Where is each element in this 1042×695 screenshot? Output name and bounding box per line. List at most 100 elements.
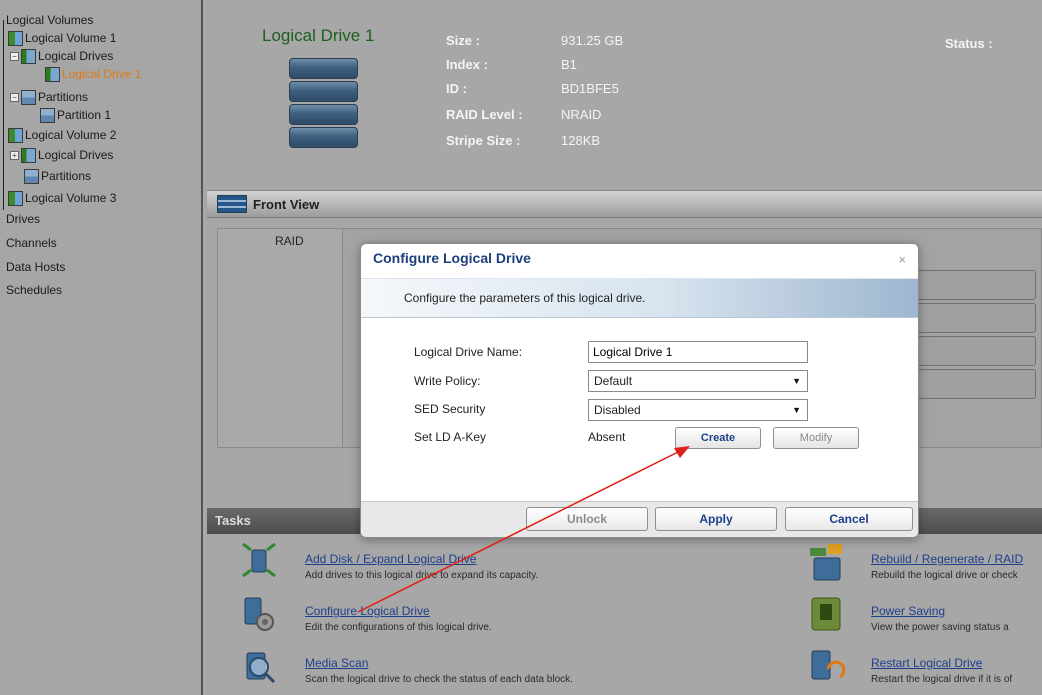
power-saving-icon — [811, 597, 841, 631]
tree-item-logical-volume-3[interactable]: Logical Volume 3 — [8, 189, 116, 207]
tree-item-label: Schedules — [6, 283, 63, 297]
logical-drive-title: Logical Drive 1 — [262, 26, 375, 45]
configure-description: Edit the configurations of this logical … — [305, 622, 492, 633]
raid-level-label: RAID Level : — [446, 107, 523, 122]
enclosure-icon — [217, 195, 247, 213]
raid-link[interactable]: RAID — [994, 552, 1023, 566]
configure-logical-drive-link[interactable]: Configure Logical Drive — [305, 604, 430, 618]
logical-drive-name-input[interactable] — [588, 341, 808, 363]
tree-item-schedules[interactable]: Schedules — [6, 281, 62, 299]
expand-drive-icon — [242, 542, 276, 578]
index-value: B1 — [561, 57, 577, 72]
add-disk-link[interactable]: Add Disk — [305, 552, 353, 566]
tree-item-label: Data Hosts — [6, 260, 66, 274]
drive-slot[interactable] — [916, 270, 1036, 300]
restart-logical-drive-link[interactable]: Restart Logical Drive — [871, 656, 982, 670]
tree-item-data-hosts[interactable]: Data Hosts — [6, 258, 65, 276]
tree-item-partitions-2[interactable]: Partitions — [24, 167, 91, 185]
disk-layer — [289, 81, 358, 102]
dialog-title: Configure Logical Drive — [373, 250, 531, 266]
sed-security-value: Disabled — [594, 403, 641, 417]
media-scan-icon — [246, 652, 276, 684]
tree-item-logical-drives-1[interactable]: − Logical Drives — [10, 47, 113, 65]
id-value: BD1BFE5 — [561, 81, 619, 96]
rebuild-link[interactable]: Rebuild — [871, 552, 912, 566]
link-separator: / — [356, 552, 360, 566]
restart-drive-icon — [811, 650, 846, 680]
dropdown-arrow-icon: ▼ — [792, 376, 801, 386]
tree-item-partitions-1[interactable]: − Partitions — [10, 88, 88, 106]
raid-label: RAID — [275, 234, 304, 248]
apply-button[interactable]: Apply — [655, 507, 777, 531]
logical-volume-icon — [8, 127, 23, 143]
tree-item-label: Logical Volume 3 — [25, 191, 117, 205]
drive-slot[interactable] — [916, 336, 1036, 366]
partition-icon — [24, 168, 39, 184]
tree-item-channels[interactable]: Channels — [6, 234, 57, 252]
tree-item-label: Logical Volumes — [6, 13, 94, 27]
sidebar-tree: Logical Volumes Logical Volume 1 − Logic… — [0, 0, 203, 695]
close-icon[interactable]: × — [898, 252, 906, 267]
write-policy-label: Write Policy: — [414, 374, 481, 388]
tree-item-label: Partition 1 — [57, 108, 112, 122]
disk-layer — [289, 127, 358, 148]
tree-item-drives[interactable]: Drives — [6, 210, 40, 228]
link-separator: / — [987, 552, 992, 566]
configure-logical-drive-dialog: Configure Logical Drive × Configure the … — [360, 243, 919, 538]
create-button[interactable]: Create — [675, 427, 761, 449]
raid-box — [217, 228, 343, 448]
status-label: Status : — [945, 36, 993, 51]
size-label: Size : — [446, 33, 480, 48]
set-ld-akey-label: Set LD A-Key — [414, 430, 487, 444]
tree-item-partition-1[interactable]: Partition 1 — [40, 106, 111, 124]
logical-volume-icon — [8, 190, 23, 206]
unlock-button[interactable]: Unlock — [526, 507, 648, 531]
power-saving-link[interactable]: Power Saving — [871, 604, 945, 618]
sed-security-select[interactable]: Disabled ▼ — [588, 399, 808, 421]
tree-item-logical-drives-2[interactable]: + Logical Drives — [10, 146, 113, 164]
tree-item-label: Logical Drive 1 — [62, 67, 142, 81]
tree-item-label: Drives — [6, 212, 41, 226]
rebuild-description: Rebuild the logical drive or check — [871, 570, 1018, 581]
tree-item-label: Logical Drives — [38, 49, 114, 63]
collapse-icon[interactable]: − — [10, 51, 19, 61]
logical-drive-icon — [21, 48, 36, 64]
power-saving-description: View the power saving status a — [871, 622, 1009, 633]
tree-item-logical-volume-1[interactable]: Logical Volume 1 — [8, 29, 116, 47]
dropdown-arrow-icon: ▼ — [792, 405, 801, 415]
partition-icon — [21, 89, 36, 105]
write-policy-value: Default — [594, 374, 633, 388]
id-label: ID : — [446, 81, 467, 96]
tree-guide-line — [3, 20, 4, 210]
tree-item-label: Partitions — [38, 90, 89, 104]
partition-icon — [40, 107, 55, 123]
raid-level-value: NRAID — [561, 107, 602, 122]
dialog-description: Configure the parameters of this logical… — [404, 291, 646, 305]
tree-item-logical-volumes[interactable]: Logical Volumes — [6, 11, 93, 29]
configure-drive-icon — [244, 597, 274, 631]
collapse-icon[interactable]: − — [10, 92, 19, 102]
regenerate-link[interactable]: Regenerate — [922, 552, 985, 566]
stripe-size-label: Stripe Size : — [446, 133, 521, 148]
expand-icon[interactable]: + — [10, 150, 19, 160]
drive-slot[interactable] — [916, 369, 1036, 399]
tree-item-label: Logical Drives — [38, 148, 114, 162]
tree-item-logical-drive-1[interactable]: Logical Drive 1 — [45, 65, 141, 83]
tree-item-logical-volume-2[interactable]: Logical Volume 2 — [8, 126, 116, 144]
tree-item-label: Logical Volume 2 — [25, 128, 117, 142]
media-scan-link[interactable]: Media Scan — [305, 656, 368, 670]
expand-logical-drive-link[interactable]: Expand Logical Drive — [363, 552, 476, 566]
drive-slot[interactable] — [916, 303, 1036, 333]
write-policy-select[interactable]: Default ▼ — [588, 370, 808, 392]
modify-button[interactable]: Modify — [773, 427, 859, 449]
tree-item-label: Logical Volume 1 — [25, 31, 117, 45]
add-disk-description: Add drives to this logical drive to expa… — [305, 570, 539, 581]
logical-drive-image-icon — [289, 58, 358, 150]
cancel-button[interactable]: Cancel — [785, 507, 913, 531]
stripe-size-value: 128KB — [561, 133, 601, 148]
link-separator: / — [915, 552, 919, 566]
media-scan-description: Scan the logical drive to check the stat… — [305, 674, 573, 685]
rebuild-icon — [810, 544, 842, 581]
logical-drive-icon — [21, 147, 36, 163]
logical-drive-name-label: Logical Drive Name: — [414, 345, 523, 359]
